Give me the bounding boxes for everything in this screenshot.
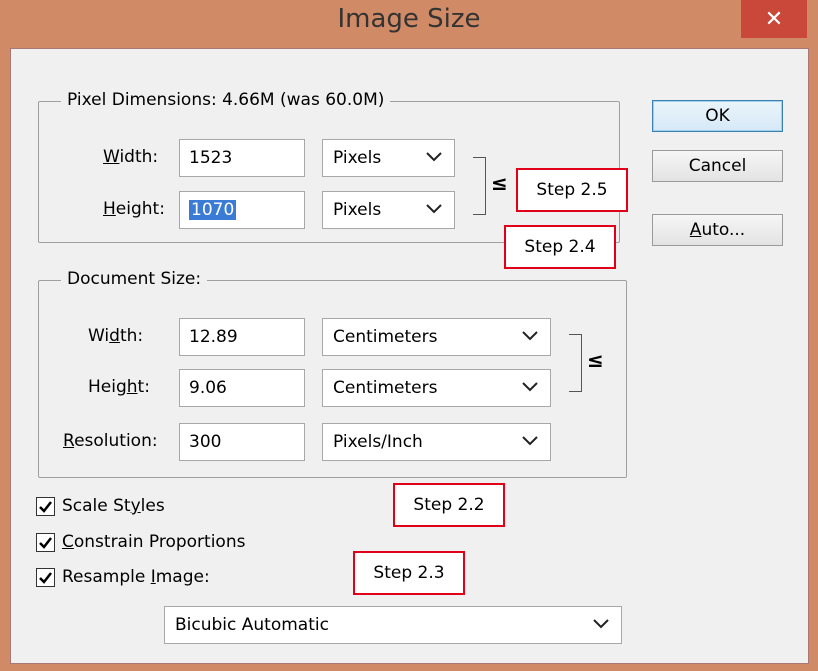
annotation-step-2-4: Step 2.4 [504,225,616,269]
annotation-step-2-2: Step 2.2 [393,483,505,527]
close-icon: ✕ [764,6,784,32]
doc-width-unit-select[interactable]: Centimeters [322,318,551,356]
doc-width-label: Width: [88,326,144,346]
checkmark-icon [39,501,52,513]
pixel-width-input[interactable]: 1523 [179,139,305,177]
pixel-dimensions-legend: Pixel Dimensions: 4.66M (was 60.0M) [61,90,391,110]
pixel-height-unit-select[interactable]: Pixels [322,191,455,229]
document-size-legend: Document Size: [61,269,208,289]
dialog-title: Image Size [337,4,481,34]
scale-styles-label[interactable]: Scale Styles [62,496,165,516]
dialog-client-area: Pixel Dimensions: 4.66M (was 60.0M) Widt… [10,48,809,664]
constrain-proportions-label[interactable]: Constrain Proportions [62,532,245,552]
resample-image-label[interactable]: Resample Image: [62,567,210,587]
auto-button[interactable]: Auto... [652,214,783,246]
close-button[interactable]: ✕ [741,0,807,38]
doc-constrain-bracket [569,334,582,392]
checkmark-icon [39,537,52,549]
doc-height-unit-select[interactable]: Centimeters [322,369,551,407]
annotation-step-2-3: Step 2.3 [353,551,465,595]
doc-height-input[interactable]: 9.06 [179,369,305,407]
pixel-height-label: Height: [103,199,165,219]
checkmark-icon [39,572,52,584]
chevron-down-icon [522,331,538,341]
resample-method-select[interactable]: Bicubic Automatic [164,606,622,644]
chevron-down-icon [522,382,538,392]
chevron-down-icon [426,152,442,162]
resolution-input[interactable]: 300 [179,423,305,461]
doc-width-input[interactable]: 12.89 [179,318,305,356]
constrain-proportions-checkbox[interactable] [36,533,55,552]
annotation-step-2-5: Step 2.5 [516,168,628,212]
resolution-label: Resolution: [63,431,158,451]
cancel-button[interactable]: Cancel [652,150,783,182]
pixel-constrain-bracket [473,157,486,215]
ok-button[interactable]: OK [652,100,783,132]
resample-image-checkbox[interactable] [36,568,55,587]
pixel-width-unit-select[interactable]: Pixels [322,139,455,177]
scale-styles-checkbox[interactable] [36,497,55,516]
doc-height-label: Height: [88,377,150,397]
pixel-width-label: Width: [103,147,159,167]
pixel-height-input[interactable]: 1070 [179,191,305,229]
pixel-height-value-selected: 1070 [189,200,237,220]
chevron-down-icon [426,204,442,214]
dialog-frame: Image Size ✕ Pixel Dimensions: 4.66M (wa… [0,0,818,671]
resolution-unit-select[interactable]: Pixels/Inch [322,423,551,461]
link-icon: ≤ [491,171,508,195]
chevron-down-icon [593,619,609,629]
link-icon: ≤ [587,348,604,372]
chevron-down-icon [522,436,538,446]
